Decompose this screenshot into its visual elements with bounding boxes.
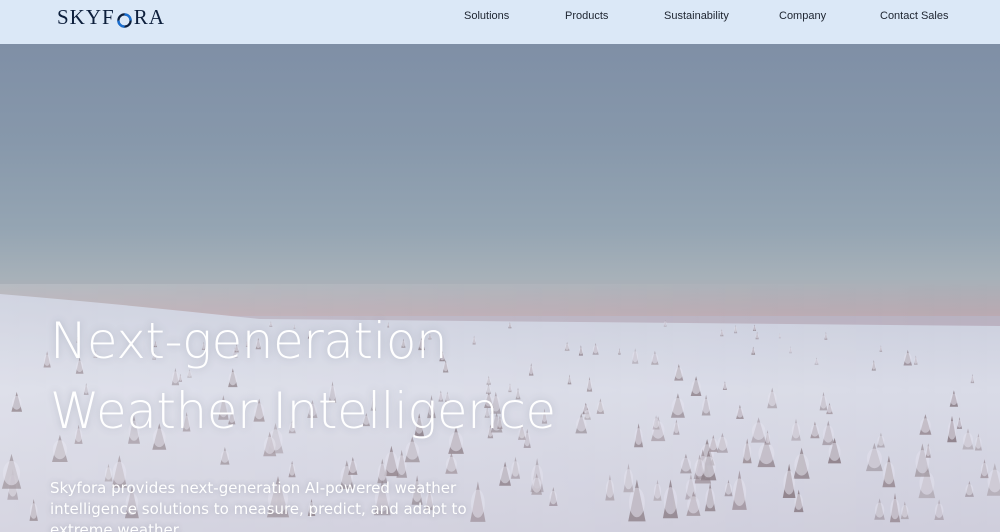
nav-item-solutions[interactable]: Solutions: [464, 10, 509, 22]
nav-item-sustainability[interactable]: Sustainability: [664, 10, 729, 22]
hero-section: Next-generation Weather Intelligence Sky…: [0, 44, 1000, 532]
hero-description: Skyfora provides next-generation AI-powe…: [50, 479, 467, 532]
hero-background-image: [0, 284, 1000, 532]
nav-item-company[interactable]: Company: [779, 10, 826, 22]
hero-heading: Next-generation Weather Intelligence: [50, 306, 556, 446]
hero-heading-line-1: Next-generation: [50, 312, 448, 370]
top-navbar: SKYF RA Solutions Products Sustainabilit…: [0, 0, 1000, 44]
logo-text-end: RA: [133, 4, 165, 29]
hero-heading-line-2: Weather Intelligence: [50, 382, 556, 440]
page: SKYF RA Solutions Products Sustainabilit…: [0, 0, 1000, 532]
nav-item-contact-sales[interactable]: Contact Sales: [880, 10, 948, 22]
skyfora-logo[interactable]: SKYF RA: [57, 4, 165, 30]
logo-text-start: SKYF: [57, 4, 115, 29]
nav-item-products[interactable]: Products: [565, 10, 608, 22]
swirl-o-icon: [116, 10, 133, 28]
